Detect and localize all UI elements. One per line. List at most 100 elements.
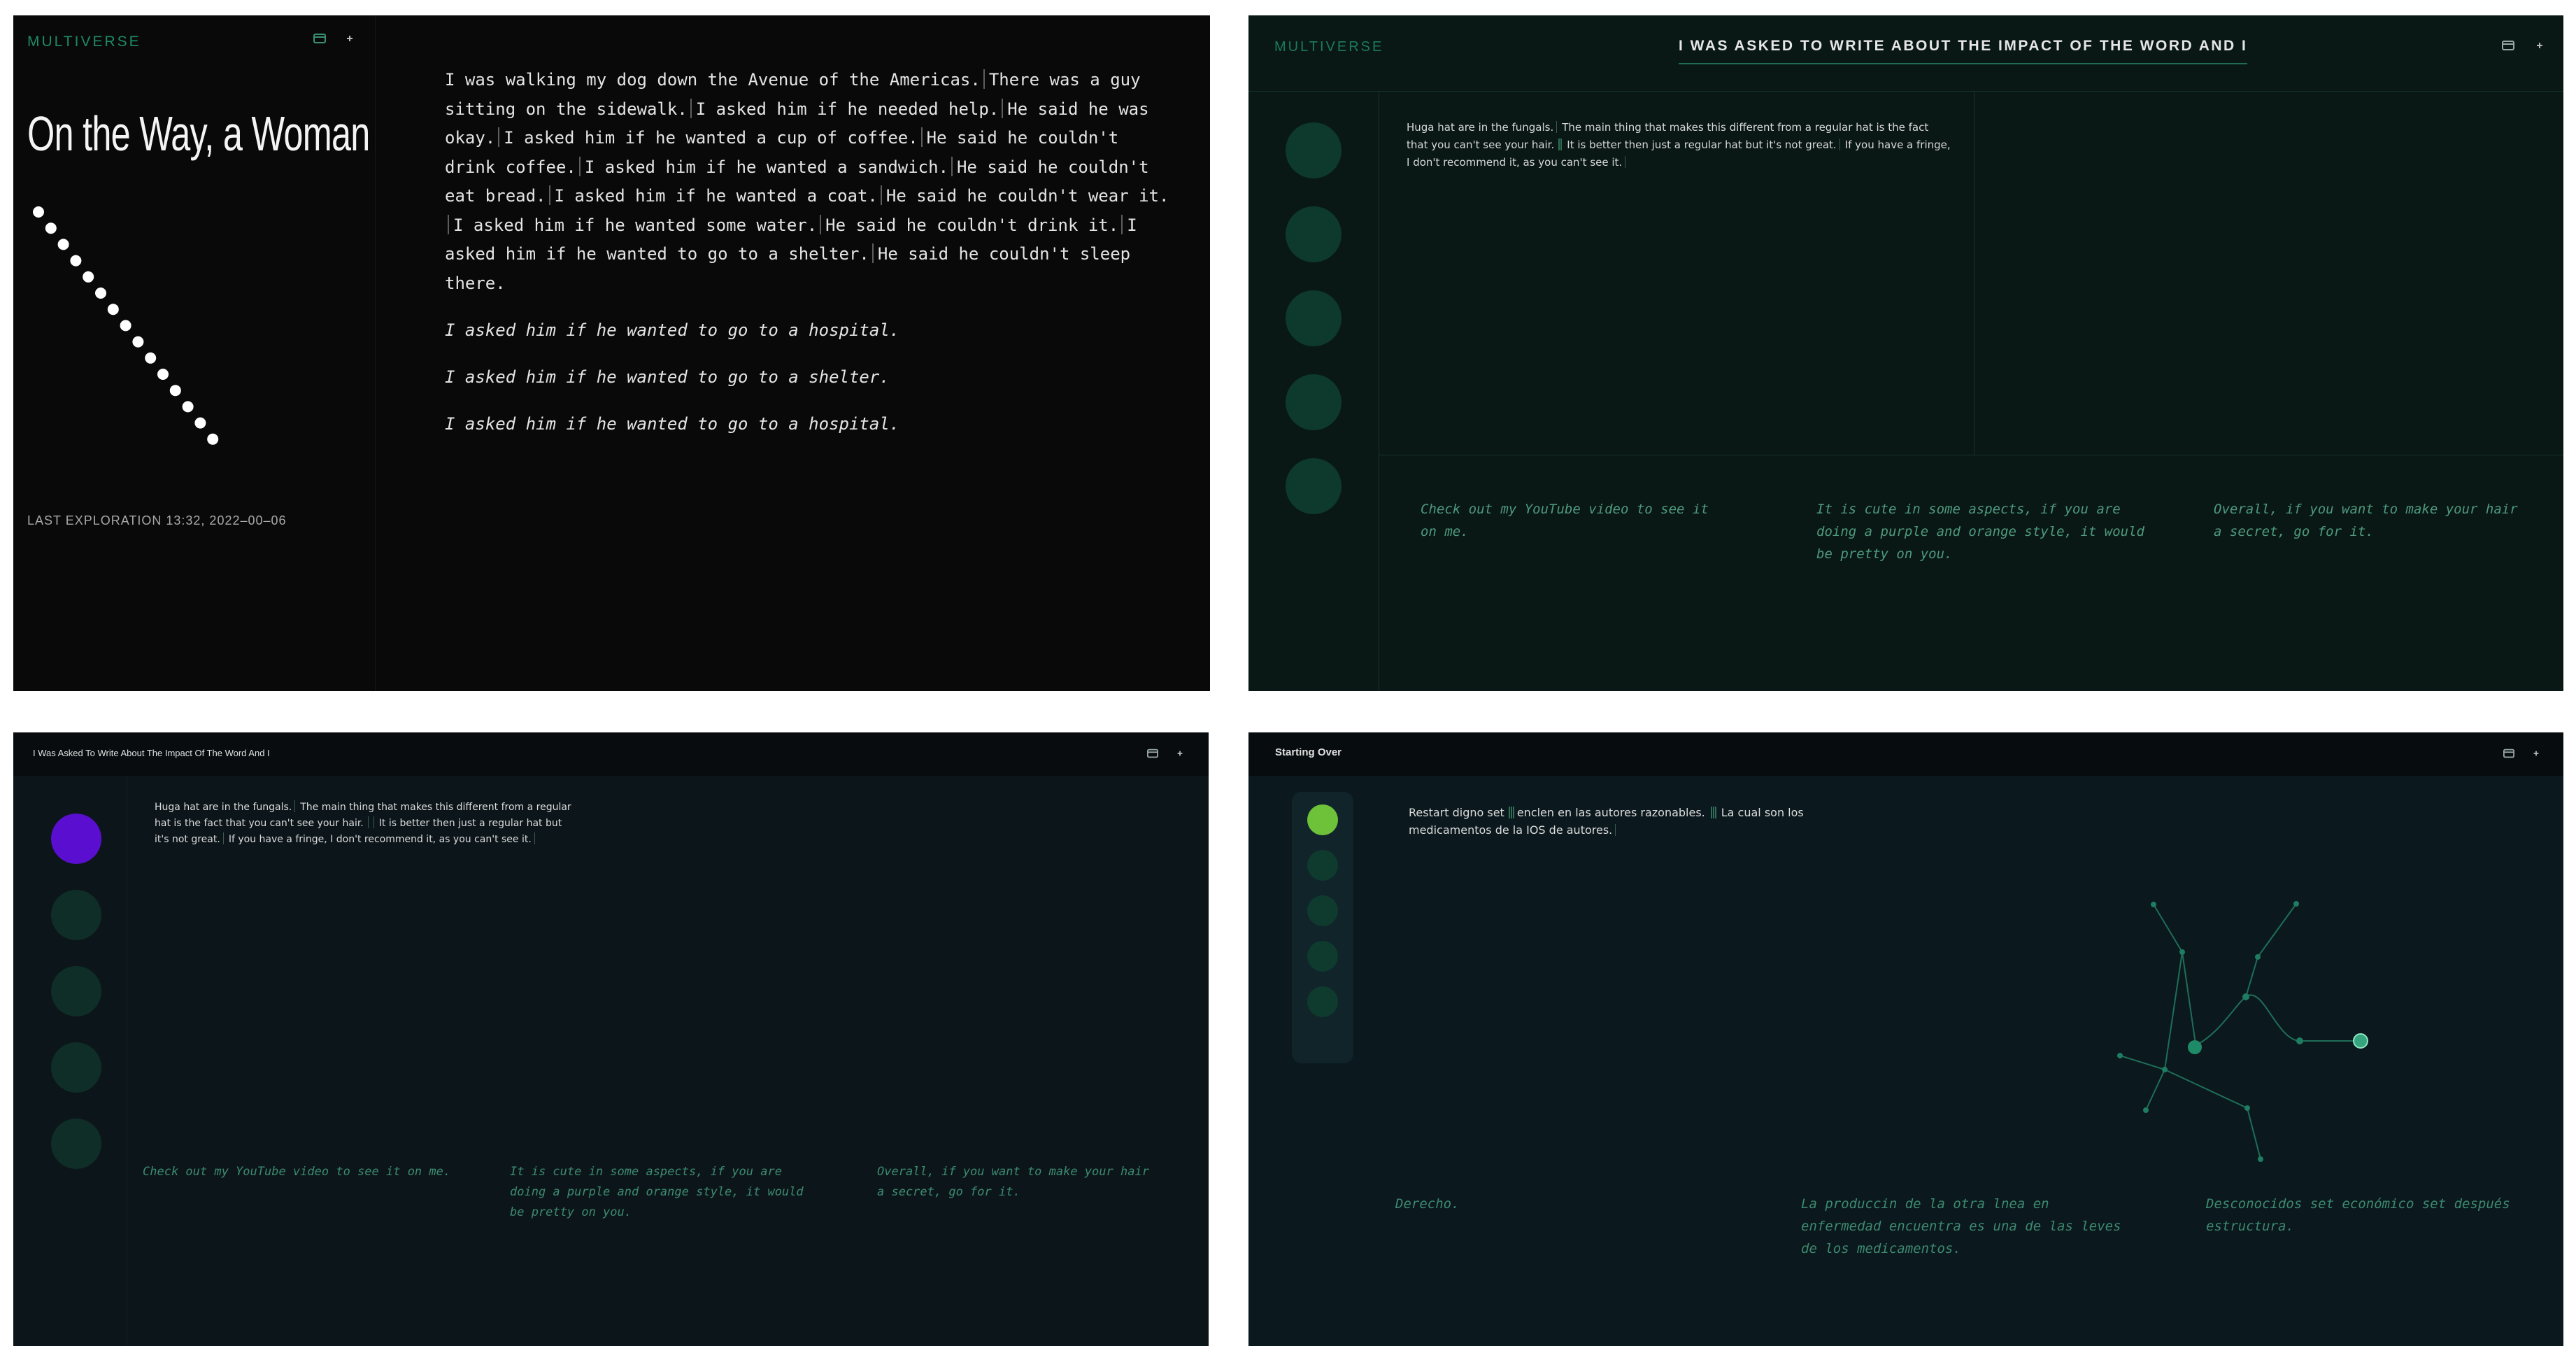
sentence-separator [983, 69, 985, 89]
sidebar: MULTIVERSE On the Way, a Woman LAST EXPL… [13, 15, 376, 691]
top-bar: Starting Over [1248, 732, 2563, 776]
branch-rail [1248, 92, 1379, 691]
message-sentence: It is better then just a regular hat but… [1567, 139, 1837, 151]
plus-icon[interactable] [345, 34, 355, 43]
message-text: Restart digno set enclen en las autores r… [1409, 804, 1856, 839]
story-sentence[interactable]: I asked him if he wanted a sandwich. [585, 157, 948, 177]
branch-node[interactable] [1286, 374, 1342, 430]
book-icon[interactable] [313, 32, 327, 45]
branch-rail [1292, 792, 1353, 1063]
italic-line: I asked him if he wanted to go to a shel… [445, 367, 890, 387]
message-text: Huga hat are in the fungals. The main thi… [155, 800, 574, 848]
caption-text: It is cute in some aspects, if you are d… [1816, 502, 2144, 562]
graph-node-current [2188, 1040, 2202, 1054]
branch-node-active[interactable] [51, 814, 101, 864]
branch-node[interactable] [51, 1042, 101, 1093]
branch-node[interactable] [1286, 122, 1342, 178]
graph-node [2244, 1105, 2250, 1111]
branch-node-active[interactable] [1307, 804, 1338, 835]
story-sentence[interactable]: I asked him if he wanted a coat. [555, 186, 878, 206]
path-dot [157, 369, 169, 380]
content-cell [1974, 92, 2563, 455]
panel-on-the-way: MULTIVERSE On the Way, a Woman LAST EXPL… [13, 15, 1210, 691]
sentence-separator [920, 127, 923, 147]
book-icon[interactable] [1146, 748, 1159, 759]
top-bar: I Was Asked To Write About The Impact Of… [13, 732, 1209, 776]
branch-node[interactable] [1286, 290, 1342, 346]
sentence-separator [820, 214, 822, 234]
sentence-separator [448, 214, 449, 234]
path-dot [83, 271, 94, 283]
branch-node[interactable] [51, 1119, 101, 1169]
branch-node[interactable] [1307, 895, 1338, 926]
caption-text: La produccin de la otra lnea en enfermed… [1801, 1196, 2121, 1256]
branch-node[interactable] [1307, 850, 1338, 881]
message-sentence: Huga hat are in the fungals. [155, 802, 292, 813]
story-content: I was walking my dog down the Avenue of … [445, 66, 1172, 439]
italic-line: I asked him if he wanted to go to a hosp… [445, 320, 900, 340]
sentence-separator [578, 156, 581, 176]
network-graph [2117, 901, 2368, 1162]
caption-text: Derecho. [1395, 1196, 1460, 1212]
caption-text: Overall, if you want to make your hair a… [2214, 502, 2518, 539]
sentence-separator [951, 156, 953, 176]
path-dot [145, 352, 157, 364]
path-dot [120, 320, 131, 332]
branch-node[interactable] [1286, 206, 1342, 262]
graph-node [2117, 1053, 2123, 1058]
branch-node[interactable] [1307, 986, 1338, 1017]
story-sentence[interactable]: I asked him if he wanted a cup of coffee… [504, 128, 918, 148]
story-sentence[interactable]: I asked him if he wanted some water. [453, 215, 817, 235]
path-dot [70, 255, 82, 267]
graph-node [2162, 1067, 2168, 1072]
brand-logo[interactable]: MULTIVERSE [27, 34, 141, 50]
path-dot [107, 304, 119, 315]
graph-node [2151, 902, 2156, 907]
page-heading: Starting Over [1275, 746, 1342, 758]
sentence-separator [880, 185, 882, 205]
top-bar: MULTIVERSE I WAS ASKED TO WRITE ABOUT TH… [1248, 15, 2563, 92]
graph-node [2293, 901, 2299, 907]
branch-node[interactable] [51, 966, 101, 1016]
story-sentence[interactable]: I was walking my dog down the Avenue of … [445, 70, 981, 90]
story-sentence[interactable]: He said he couldn't drink it. [825, 215, 1118, 235]
sentence-separator [548, 185, 550, 205]
page-heading: I Was Asked To Write About The Impact Of… [33, 748, 270, 758]
panel-branch-view: I Was Asked To Write About The Impact Of… [13, 732, 1209, 1346]
graph-node [2242, 993, 2249, 1000]
italic-line: I asked him if he wanted to go to a hosp… [445, 414, 900, 434]
branch-node[interactable] [1286, 458, 1342, 514]
path-dot [45, 222, 57, 234]
caption-text: Overall, if you want to make your hair a… [877, 1165, 1149, 1199]
panel-starting-over: Starting Over Restart digno set enclen en… [1248, 732, 2563, 1346]
story-sentence[interactable]: He said he couldn't wear it. [886, 186, 1169, 206]
path-dot [95, 288, 106, 299]
graph-node [2296, 1037, 2303, 1044]
message-text: Huga hat are in the fungals. The main thi… [1407, 119, 1952, 171]
branch-node[interactable] [1307, 941, 1338, 972]
graph-node-selected [2353, 1033, 2368, 1049]
dot-path-graphic [33, 206, 219, 445]
graph-node [2255, 954, 2261, 960]
branch-rail [13, 776, 127, 1346]
sentence-separator [1121, 214, 1123, 234]
sentence-separator [690, 98, 692, 118]
path-dot [182, 401, 194, 413]
story-sentence[interactable]: I asked him if he needed help. [696, 99, 999, 119]
page-heading: I WAS ASKED TO WRITE ABOUT THE IMPACT OF… [1679, 38, 2248, 64]
last-exploration-timestamp: LAST EXPLORATION 13:32, 2022–00–06 [27, 513, 287, 527]
brand-logo[interactable]: MULTIVERSE [1274, 39, 1383, 55]
sentence-separator [498, 127, 500, 147]
message-sentence: If you have a fringe, I don't recommend … [228, 834, 532, 845]
caption-text: Desconocidos set económico set después e… [2206, 1196, 2510, 1234]
path-dot [169, 385, 181, 397]
book-icon[interactable] [2501, 39, 2515, 52]
path-dot [57, 239, 69, 250]
branch-node[interactable] [51, 890, 101, 940]
path-dot [194, 417, 206, 429]
book-icon[interactable] [2503, 748, 2515, 759]
path-dot [33, 206, 44, 218]
plus-icon[interactable] [2532, 749, 2540, 758]
plus-icon[interactable] [1176, 749, 1184, 758]
plus-icon[interactable] [2535, 41, 2545, 50]
